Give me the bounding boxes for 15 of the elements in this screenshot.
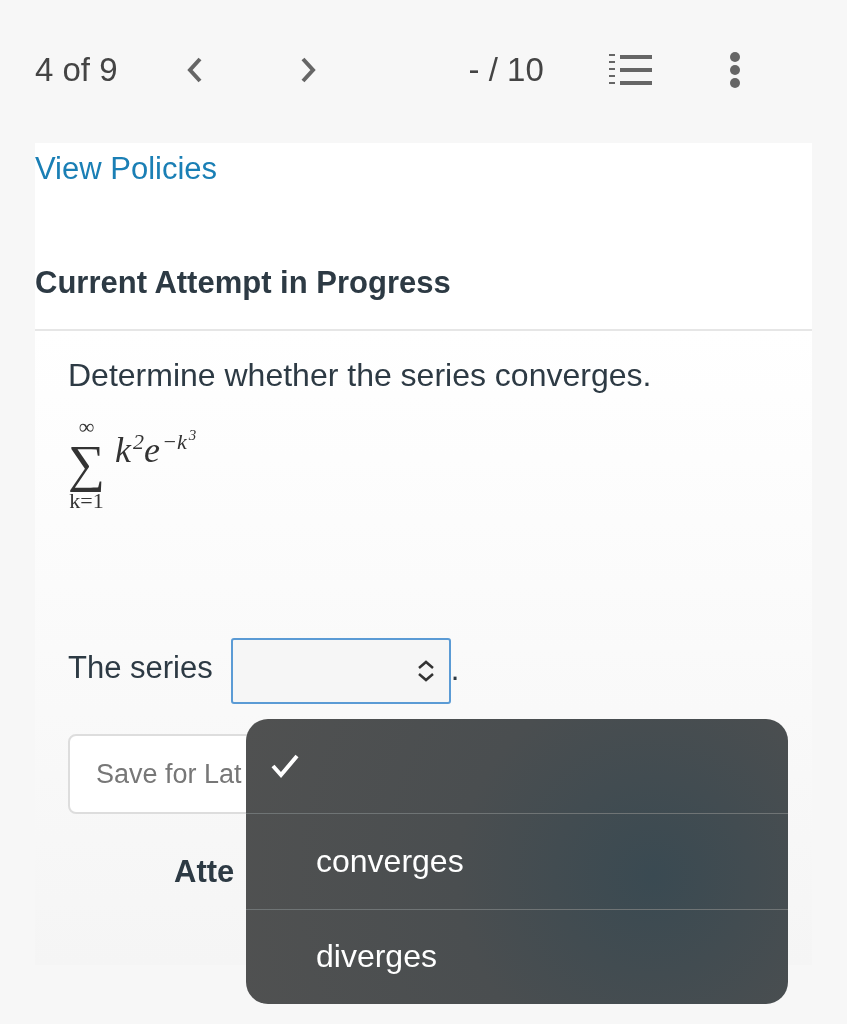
- dropdown-option[interactable]: diverges: [246, 908, 788, 1004]
- question-counter: 4 of 9: [35, 51, 118, 89]
- more-options-icon[interactable]: [727, 52, 742, 88]
- question-prompt: Determine whether the series converges.: [68, 357, 653, 394]
- check-icon: [270, 753, 300, 780]
- attempts-label: Atte: [174, 854, 235, 890]
- score-text: - / 10: [468, 51, 544, 89]
- chevron-updown-icon: [416, 659, 435, 683]
- answer-suffix: .: [450, 652, 460, 689]
- answer-select[interactable]: [230, 638, 451, 704]
- dropdown-option[interactable]: converges: [246, 813, 788, 909]
- answer-label: The series: [68, 650, 213, 687]
- view-policies-link[interactable]: View Policies: [35, 151, 218, 187]
- previous-icon[interactable]: [185, 56, 204, 84]
- numbered-list-icon[interactable]: [607, 53, 652, 87]
